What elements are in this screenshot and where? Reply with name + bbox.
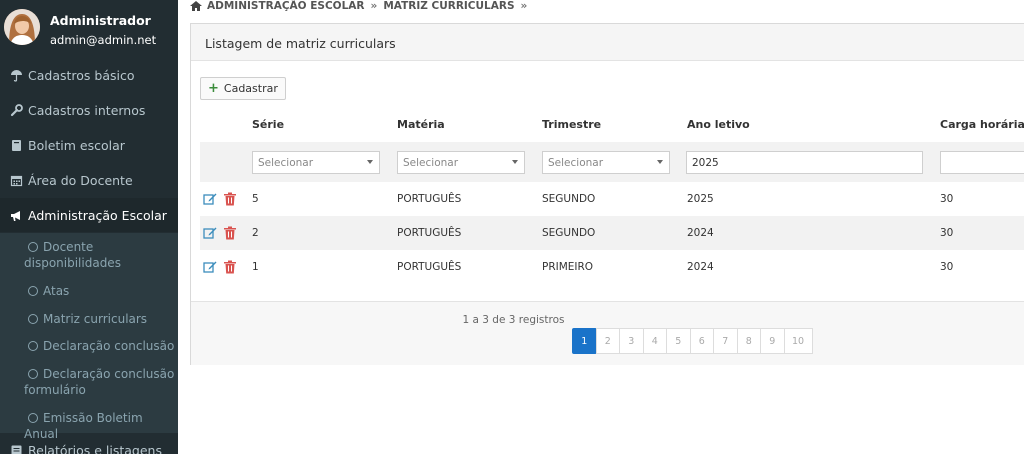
trash-icon[interactable] — [224, 191, 236, 206]
caret-down-icon — [657, 160, 663, 164]
user-name: Administrador — [50, 13, 151, 28]
sidebar-item-label: Cadastros internos — [28, 102, 146, 118]
carga-horaria-filter-input[interactable] — [940, 151, 1024, 174]
user-panel: Administrador admin@admin.net — [0, 0, 178, 58]
page-button-4[interactable]: 4 — [642, 328, 667, 354]
user-email: admin@admin.net — [50, 33, 157, 47]
caret-down-icon — [512, 160, 518, 164]
page-button-10[interactable]: 10 — [783, 328, 813, 354]
breadcrumb-current[interactable]: MATRIZ CURRICULARS — [383, 0, 514, 12]
cell-carga-horaria: 30 — [940, 261, 954, 273]
filter-row: Selecionar Selecionar Selecionar — [200, 142, 1024, 182]
circle-icon — [28, 242, 38, 252]
wrench-icon — [10, 103, 23, 117]
edit-icon[interactable] — [203, 225, 217, 239]
circle-icon — [28, 413, 38, 423]
sidebar-item-label: Boletim escolar — [28, 137, 125, 153]
sidebar-item-cadastros-basico[interactable]: Cadastros básico — [0, 58, 178, 92]
cell-serie: 1 — [252, 261, 259, 273]
breadcrumb-home[interactable]: ADMINISTRAÇÃO ESCOLAR — [207, 0, 365, 12]
column-header-materia[interactable]: Matéria — [397, 118, 445, 131]
bullhorn-icon — [10, 209, 23, 222]
serie-filter-select[interactable]: Selecionar — [252, 151, 380, 174]
home-icon[interactable] — [190, 1, 202, 11]
list-icon — [10, 444, 23, 454]
avatar[interactable] — [4, 9, 40, 45]
submenu-item-atas[interactable]: Atas — [24, 283, 69, 299]
caret-down-icon — [367, 160, 373, 164]
cell-serie: 2 — [252, 227, 259, 239]
cell-materia: PORTUGUÊS — [397, 227, 462, 239]
sidebar-item-relatorios-listagens[interactable]: Relatórios e listagens — [0, 433, 178, 454]
sidebar: Administrador admin@admin.net Cadastros … — [0, 0, 178, 454]
book-icon — [10, 139, 23, 152]
page-button-6[interactable]: 6 — [689, 328, 714, 354]
page-button-5[interactable]: 5 — [666, 328, 691, 354]
trimestre-filter-select[interactable]: Selecionar — [542, 151, 670, 174]
cell-carga-horaria: 30 — [940, 227, 954, 239]
edit-icon[interactable] — [203, 259, 217, 273]
table-row: 1 PORTUGUÊS PRIMEIRO 2024 30 — [200, 250, 1024, 284]
sidebar-item-cadastros-internos[interactable]: Cadastros internos — [0, 93, 178, 127]
sidebar-item-label: Administração Escolar — [28, 207, 167, 223]
sidebar-item-area-docente[interactable]: Área do Docente — [0, 163, 178, 197]
submenu-item-matriz-curriculars[interactable]: Matriz curriculars — [24, 311, 147, 327]
submenu-item-docente-disponibilidades[interactable]: Docente disponibilidades — [0, 239, 121, 271]
materia-filter-select[interactable]: Selecionar — [397, 151, 525, 174]
column-header-ano-letivo[interactable]: Ano letivo — [687, 118, 750, 131]
calendar-icon — [10, 174, 23, 187]
circle-icon — [28, 369, 38, 379]
cell-materia: PORTUGUÊS — [397, 261, 462, 273]
page-button-7[interactable]: 7 — [713, 328, 738, 354]
submenu-administracao-escolar: Docente disponibilidades Atas Matriz cur… — [0, 233, 178, 441]
page-button-2[interactable]: 2 — [595, 328, 620, 354]
circle-icon — [28, 286, 38, 296]
sidebar-item-boletim-escolar[interactable]: Boletim escolar — [0, 128, 178, 162]
pagination: 1 2 3 4 5 6 7 8 9 10 — [572, 328, 813, 354]
ano-letivo-filter-input[interactable] — [686, 151, 923, 174]
trash-icon[interactable] — [224, 225, 236, 240]
breadcrumb: ADMINISTRAÇÃO ESCOLAR » MATRIZ CURRICULA… — [190, 0, 533, 12]
listing-panel: Listagem de matriz curriculars + Cadastr… — [190, 23, 1024, 365]
submenu-item-declaracao-conclusao[interactable]: Declaração conclusão — [24, 338, 174, 354]
cell-trimestre: SEGUNDO — [542, 227, 596, 239]
cell-ano-letivo: 2024 — [687, 261, 714, 273]
submenu-item-declaracao-conclusao-formulario[interactable]: Declaração conclusão formulário — [0, 366, 174, 398]
panel-header: Listagem de matriz curriculars — [191, 24, 1024, 61]
page-button-3[interactable]: 3 — [619, 328, 644, 354]
cell-serie: 5 — [252, 193, 259, 205]
page-button-8[interactable]: 8 — [736, 328, 761, 354]
cadastrar-button[interactable]: + Cadastrar — [200, 77, 286, 100]
sidebar-item-label: Área do Docente — [28, 172, 133, 188]
plus-icon: + — [208, 81, 219, 96]
cell-trimestre: SEGUNDO — [542, 193, 596, 205]
cell-ano-letivo: 2025 — [687, 193, 714, 205]
column-header-trimestre[interactable]: Trimestre — [542, 118, 601, 131]
trash-icon[interactable] — [224, 259, 236, 274]
column-header-serie[interactable]: Série — [252, 118, 284, 131]
page-button-1[interactable]: 1 — [572, 328, 597, 354]
table-row: 2 PORTUGUÊS SEGUNDO 2024 30 — [200, 216, 1024, 250]
circle-icon — [28, 341, 38, 351]
edit-icon[interactable] — [203, 191, 217, 205]
breadcrumb-separator: » — [370, 0, 378, 12]
breadcrumb-separator: » — [520, 0, 528, 12]
cell-ano-letivo: 2024 — [687, 227, 714, 239]
sidebar-item-label: Cadastros básico — [28, 67, 135, 83]
records-info: 1 a 3 de 3 registros — [462, 314, 565, 326]
panel-title: Listagem de matriz curriculars — [205, 36, 396, 51]
circle-icon — [28, 314, 38, 324]
cell-carga-horaria: 30 — [940, 193, 954, 205]
cell-trimestre: PRIMEIRO — [542, 261, 594, 273]
page-button-9[interactable]: 9 — [760, 328, 785, 354]
column-header-carga-horaria[interactable]: Carga horária — [940, 118, 1024, 131]
sidebar-item-administracao-escolar[interactable]: Administração Escolar — [0, 198, 178, 232]
umbrella-icon — [10, 69, 23, 82]
table-footer: 1 a 3 de 3 registros 1 2 3 4 5 6 7 8 9 1… — [191, 302, 1024, 365]
sidebar-item-label: Relatórios e listagens — [28, 442, 162, 454]
cell-materia: PORTUGUÊS — [397, 193, 462, 205]
table-row: 5 PORTUGUÊS SEGUNDO 2025 30 — [200, 182, 1024, 216]
